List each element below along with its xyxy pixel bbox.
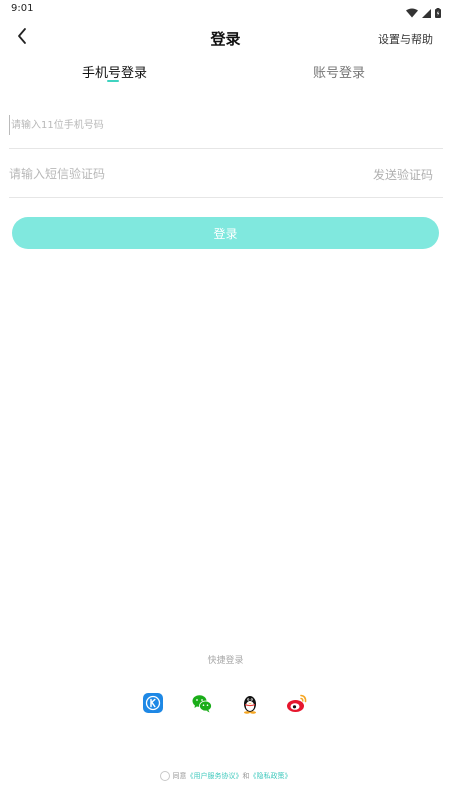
privacy-link[interactable]: 《隐私政策》 [250,771,292,781]
k-app-icon[interactable] [142,692,164,714]
agree-checkbox[interactable] [159,771,170,781]
quick-login-providers [0,692,451,716]
tab-account-login[interactable]: 账号登录 [313,62,365,81]
wechat-icon[interactable] [191,692,213,714]
title-bar: 登录 设置与帮助 [0,20,451,56]
tab-phone-login[interactable]: 手机号登录 [82,62,147,81]
login-tabs: 手机号登录 账号登录 [0,58,451,86]
quick-login-label: 快捷登录 [207,656,244,666]
sms-code-field: 发送验证码 [9,150,443,198]
tab-active-indicator [107,80,119,82]
agreement-prefix: 同意 [172,772,187,780]
status-time: 9:01 [11,3,34,14]
phone-input[interactable] [9,115,429,135]
send-code-button[interactable]: 发送验证码 [373,166,433,183]
agreement-conjunction: 和 [242,772,250,780]
weibo-icon[interactable] [286,692,308,714]
settings-help-link[interactable]: 设置与帮助 [378,31,433,47]
status-bar: 9:01 [0,0,451,20]
sms-code-input[interactable] [9,164,339,184]
agreement-row: 同意 《用户服务协议》 和 《隐私政策》 [0,769,451,783]
qq-icon[interactable] [239,692,261,714]
phone-field [9,101,443,149]
login-button[interactable]: 登录 [12,217,439,249]
terms-link[interactable]: 《用户服务协议》 [187,771,243,781]
